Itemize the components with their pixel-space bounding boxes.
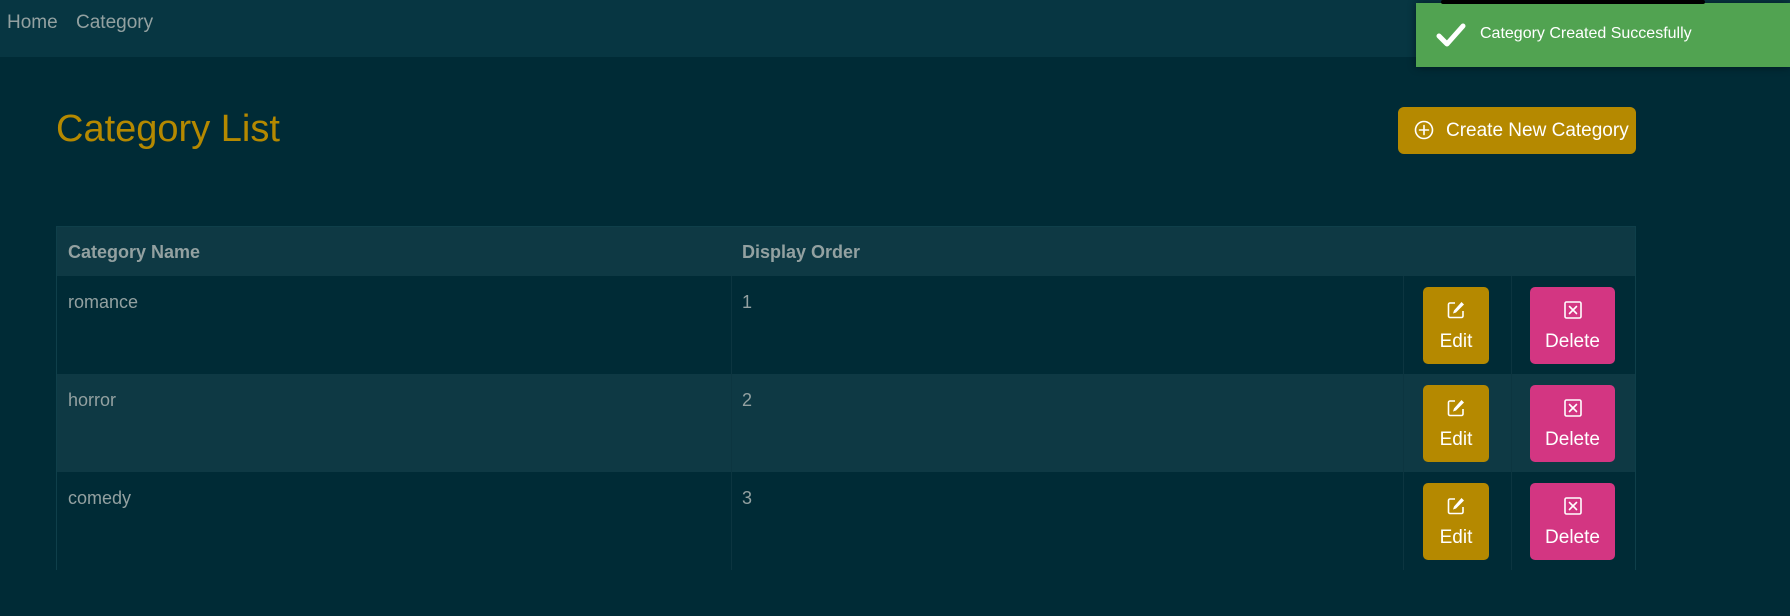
column-divider [731,472,732,570]
table-row: comedy 3 Edit Delete [57,472,1635,570]
page-title: Category List [56,108,280,150]
delete-button[interactable]: Delete [1530,385,1615,462]
column-divider [1403,276,1404,374]
category-name-cell: romance [68,292,139,312]
column-divider [1511,374,1512,472]
nav-category-link[interactable]: Category [76,12,153,34]
delete-button-label: Delete [1545,331,1600,352]
category-name-cell: comedy [68,488,132,508]
edit-icon [1447,400,1464,417]
table-row: romance 1 Edit Delete [57,276,1635,374]
edit-button-label: Edit [1439,527,1473,548]
toast-top-bar [1441,0,1705,4]
plus-circle-icon [1414,120,1434,140]
column-divider [731,276,732,374]
create-new-category-button[interactable]: Create New Category [1398,107,1636,154]
edit-icon [1447,498,1464,515]
close-square-icon [1563,399,1582,417]
checkmark-icon [1436,23,1466,47]
delete-button[interactable]: Delete [1530,483,1615,560]
delete-button-label: Delete [1545,429,1600,450]
table-header: Category Name Display Order [57,227,1635,276]
edit-button-label: Edit [1439,429,1473,450]
edit-button[interactable]: Edit [1423,287,1489,364]
column-divider [1511,472,1512,570]
column-divider [1403,472,1404,570]
column-divider [1511,276,1512,374]
edit-icon [1447,302,1464,319]
close-square-icon [1563,497,1582,515]
edit-button[interactable]: Edit [1423,483,1489,560]
column-divider [731,374,732,472]
category-table: Category Name Display Order romance 1 Ed… [56,226,1636,570]
column-header-display-order: Display Order [742,242,861,262]
display-order-cell: 1 [742,292,753,312]
create-button-label: Create New Category [1446,120,1629,141]
toast-message: Category Created Succesfully [1480,25,1692,42]
edit-button[interactable]: Edit [1423,385,1489,462]
close-square-icon [1563,301,1582,319]
table-row: horror 2 Edit Delete [57,374,1635,472]
delete-button[interactable]: Delete [1530,287,1615,364]
column-divider [1403,374,1404,472]
column-header-category-name: Category Name [68,242,201,262]
edit-button-label: Edit [1439,331,1473,352]
display-order-cell: 3 [742,488,753,508]
display-order-cell: 2 [742,390,753,410]
success-toast[interactable]: Category Created Succesfully [1416,0,1790,67]
delete-button-label: Delete [1545,527,1600,548]
nav-home-link[interactable]: Home [7,12,58,34]
category-name-cell: horror [68,390,117,410]
